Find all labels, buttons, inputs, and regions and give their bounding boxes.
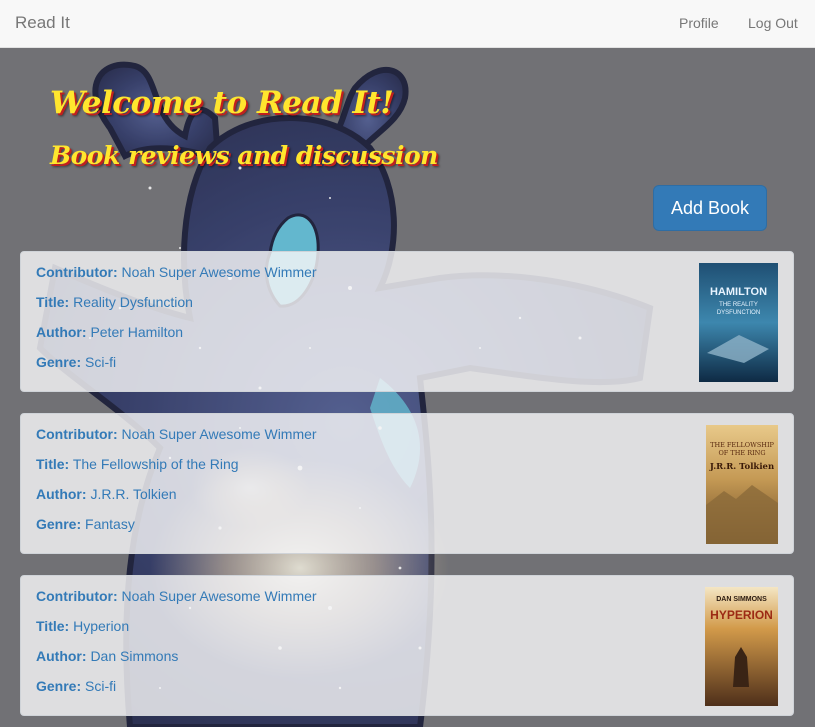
cover-title-1: THE REALITY	[719, 302, 758, 308]
author-value: Dan Simmons	[90, 648, 179, 664]
genre-label: Genre:	[36, 354, 82, 370]
contributor-label: Contributor:	[36, 588, 118, 604]
welcome-heading: Welcome to Read It!	[50, 85, 394, 121]
cover-title: HYPERION	[710, 608, 773, 622]
contributor-row: Contributor: Noah Super Awesome Wimmer	[36, 264, 317, 280]
author-row: Author: Peter Hamilton	[36, 324, 183, 340]
cover-title-1: THE FELLOWSHIP	[710, 441, 774, 449]
book-card[interactable]: Contributor: Noah Super Awesome Wimmer T…	[20, 575, 794, 716]
author-row: Author: Dan Simmons	[36, 648, 178, 664]
title-row: Title: The Fellowship of the Ring	[36, 456, 239, 472]
author-label: Author:	[36, 648, 87, 664]
cover-title-2: DYSFUNCTION	[717, 310, 760, 316]
contributor-value: Noah Super Awesome Wimmer	[121, 264, 317, 280]
subtitle-heading: Book reviews and discussion	[50, 141, 438, 170]
genre-row: Genre: Fantasy	[36, 516, 135, 532]
title-label: Title:	[36, 294, 70, 310]
title-label: Title:	[36, 456, 70, 472]
contributor-label: Contributor:	[36, 426, 118, 442]
book-cover-image[interactable]: THE FELLOWSHIP OF THE RING J.R.R. Tolkie…	[706, 425, 778, 544]
profile-link[interactable]: Profile	[679, 15, 719, 31]
cover-author: HAMILTON	[710, 286, 767, 298]
title-value: The Fellowship of the Ring	[72, 456, 239, 472]
author-label: Author:	[36, 486, 87, 502]
book-card[interactable]: Contributor: Noah Super Awesome Wimmer T…	[20, 413, 794, 554]
book-cover-image[interactable]: DAN SIMMONS HYPERION	[705, 587, 778, 706]
contributor-label: Contributor:	[36, 264, 118, 280]
author-row: Author: J.R.R. Tolkien	[36, 486, 177, 502]
genre-row: Genre: Sci-fi	[36, 354, 116, 370]
author-value: Peter Hamilton	[90, 324, 184, 340]
navbar: Read It Profile Log Out	[0, 0, 815, 48]
contributor-row: Contributor: Noah Super Awesome Wimmer	[36, 426, 317, 442]
author-value: J.R.R. Tolkien	[90, 486, 177, 502]
genre-label: Genre:	[36, 516, 82, 532]
book-card[interactable]: Contributor: Noah Super Awesome Wimmer T…	[20, 251, 794, 392]
genre-value: Fantasy	[85, 516, 135, 532]
title-label: Title:	[36, 618, 70, 634]
contributor-value: Noah Super Awesome Wimmer	[121, 588, 317, 604]
genre-value: Sci-fi	[85, 354, 117, 370]
book-cover-image[interactable]: HAMILTON THE REALITY DYSFUNCTION	[699, 263, 778, 382]
brand-link[interactable]: Read It	[15, 13, 70, 33]
contributor-value: Noah Super Awesome Wimmer	[121, 426, 317, 442]
author-label: Author:	[36, 324, 87, 340]
cover-title-2: OF THE RING	[718, 449, 765, 457]
contributor-row: Contributor: Noah Super Awesome Wimmer	[36, 588, 317, 604]
title-value: Hyperion	[73, 618, 130, 634]
genre-row: Genre: Sci-fi	[36, 678, 116, 694]
cover-author: J.R.R. Tolkien	[709, 462, 774, 472]
genre-label: Genre:	[36, 678, 82, 694]
title-row: Title: Reality Dysfunction	[36, 294, 193, 310]
cover-author: DAN SIMMONS	[716, 596, 767, 603]
add-book-button[interactable]: Add Book	[653, 185, 767, 231]
genre-value: Sci-fi	[85, 678, 117, 694]
title-row: Title: Hyperion	[36, 618, 129, 634]
logout-link[interactable]: Log Out	[748, 15, 798, 31]
title-value: Reality Dysfunction	[73, 294, 193, 310]
main-content: Welcome to Read It! Book reviews and dis…	[0, 48, 815, 727]
